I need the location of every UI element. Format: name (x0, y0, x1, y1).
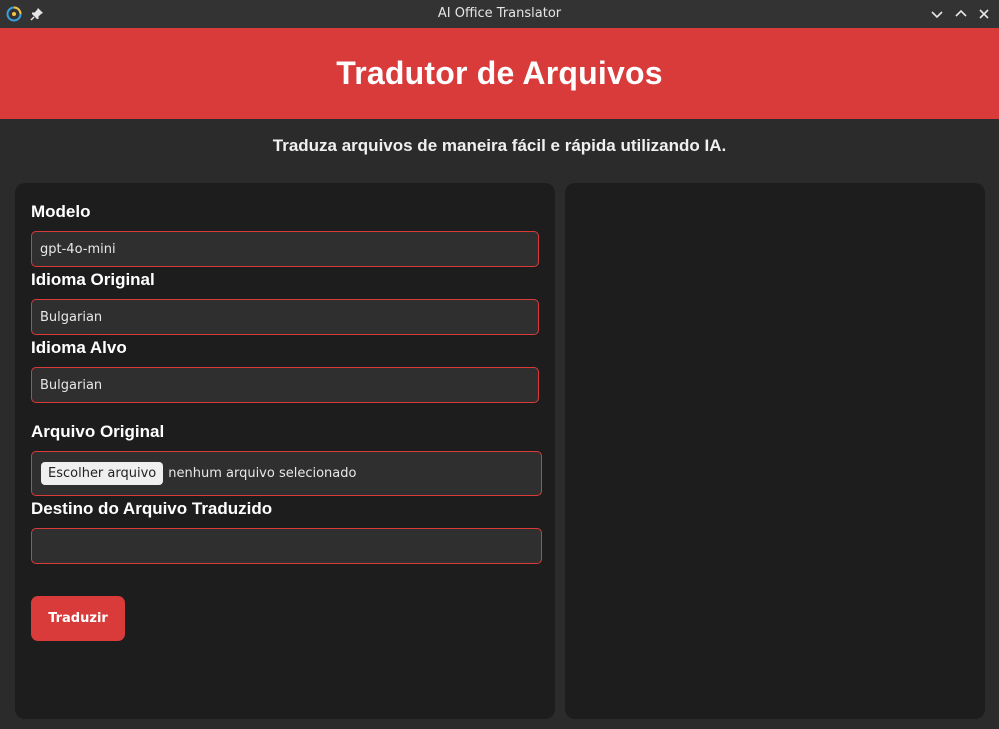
chevron-down-icon[interactable] (928, 5, 946, 23)
source-language-label: Idioma Original (31, 270, 155, 289)
page-title: Tradutor de Arquivos (336, 55, 663, 91)
model-input-value: gpt-4o-mini (40, 241, 116, 257)
source-language-value: Bulgarian (40, 309, 103, 325)
destination-label: Destino do Arquivo Traduzido (31, 499, 273, 518)
choose-file-button[interactable]: Escolher arquivo (41, 462, 164, 485)
file-input[interactable]: Escolher arquivo nenhum arquivo selecion… (31, 451, 542, 496)
window-title: AI Office Translator (437, 6, 562, 21)
target-language-value: Bulgarian (40, 377, 103, 393)
source-language-input[interactable]: Bulgarian (31, 299, 539, 335)
destination-input[interactable] (31, 528, 542, 564)
file-status: nenhum arquivo selecionado (168, 466, 357, 481)
original-file-label: Arquivo Original (31, 422, 165, 441)
target-language-input[interactable]: Bulgarian (31, 367, 539, 403)
output-panel (565, 183, 985, 719)
page-subtitle: Traduza arquivos de maneira fácil e rápi… (272, 136, 727, 155)
close-icon[interactable] (975, 5, 993, 23)
target-language-label: Idioma Alvo (31, 338, 127, 357)
app-window: AI Office Translator Tradutor de Arquivo… (0, 0, 999, 729)
model-input[interactable]: gpt-4o-mini (31, 231, 539, 267)
page-header: Tradutor de Arquivos (0, 28, 999, 119)
translate-button[interactable]: Traduzir (31, 596, 125, 641)
chevron-up-icon[interactable] (952, 5, 970, 23)
model-label: Modelo (31, 202, 91, 221)
title-bar: AI Office Translator (0, 0, 999, 28)
